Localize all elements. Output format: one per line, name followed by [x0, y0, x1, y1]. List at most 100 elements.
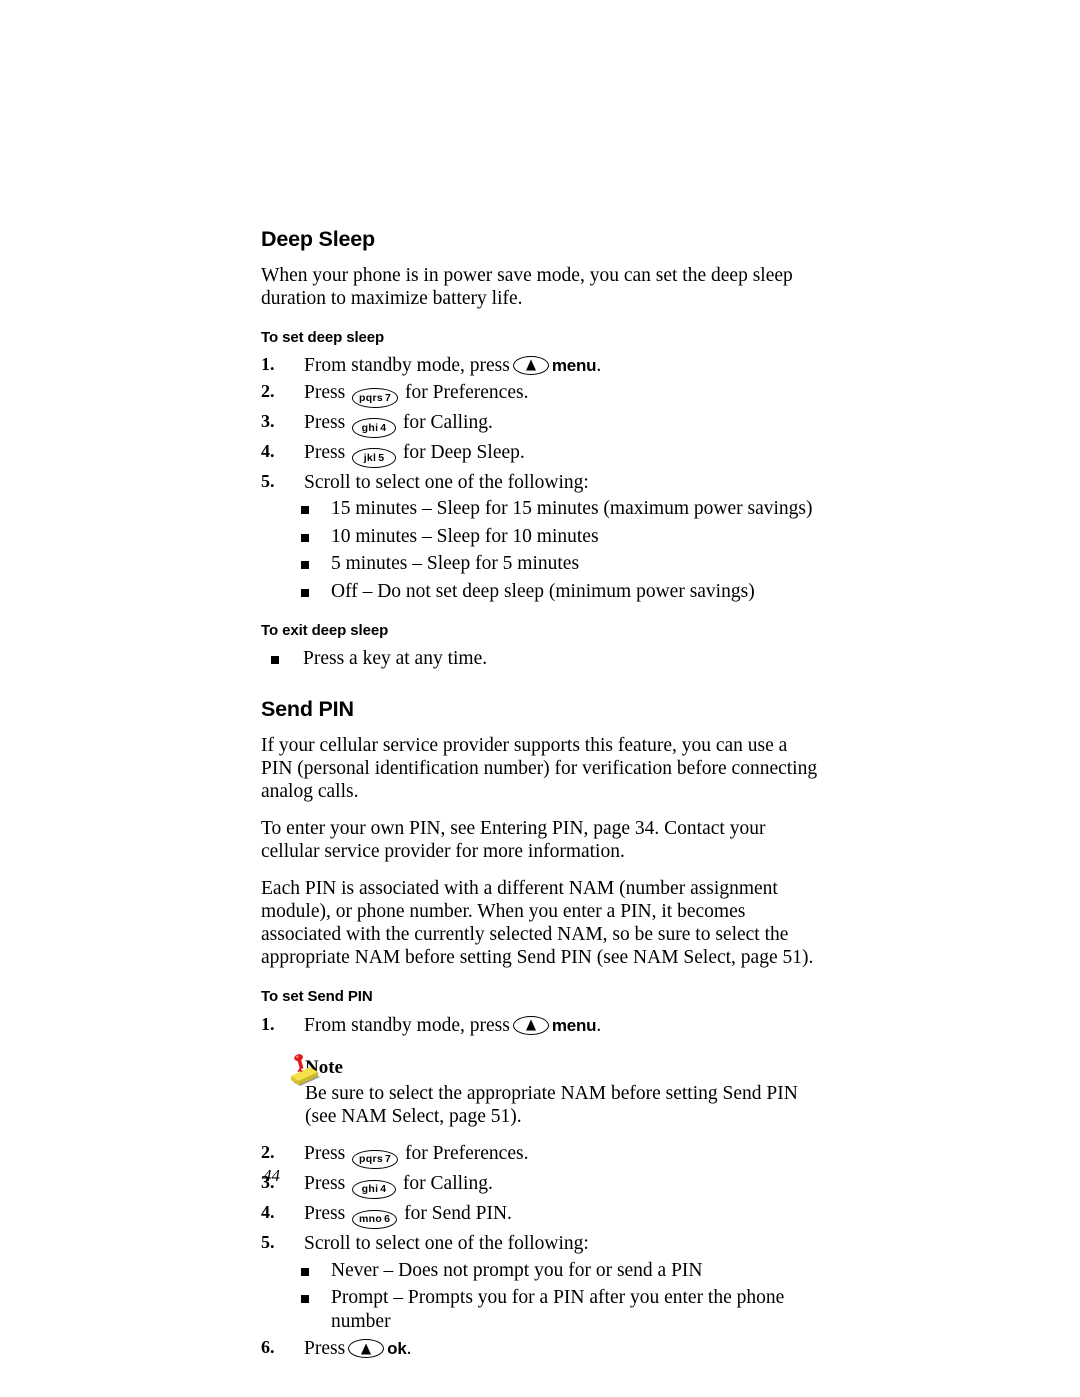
sticky-note-pushpin-icon	[287, 1054, 321, 1088]
key-letters: pqrs	[359, 391, 384, 404]
step-text-after: .	[596, 1014, 602, 1036]
step-item: 4. Press jkl 5 for Deep Sleep.	[261, 441, 821, 468]
key-letters: jkl	[363, 451, 377, 464]
step-text-before: From standby mode, press	[304, 354, 510, 376]
key-digit: 4	[380, 421, 387, 434]
step-text: Press ok.	[304, 1338, 412, 1359]
keypad-key-5-icon[interactable]: jkl 5	[352, 448, 397, 468]
step-text-before: Press	[304, 411, 346, 433]
step-text: Scroll to select one of the following:	[304, 471, 589, 493]
square-bullet-icon	[301, 561, 309, 570]
step-item: 1. From standby mode, press menu.	[261, 1014, 821, 1038]
step-text-before: Press	[304, 1143, 346, 1165]
page-content: Deep Sleep When your phone is in power s…	[261, 227, 821, 1364]
send-pin-paragraph-1: If your cellular service provider suppor…	[261, 735, 818, 803]
step-text: Press jkl 5 for Deep Sleep.	[304, 441, 525, 468]
keypad-key-6-icon[interactable]: mno 6	[352, 1209, 398, 1230]
square-bullet-icon	[301, 1268, 309, 1276]
list-item: 10 minutes – Sleep for 10 minutes	[261, 525, 821, 548]
softkey-label: menu	[551, 355, 597, 375]
key-letters: mno	[359, 1213, 383, 1226]
subheading-to-exit-deep-sleep: To exit deep sleep	[261, 622, 389, 640]
step-item: 3. Press ghi 4 for Calling.	[261, 1172, 821, 1200]
deep-sleep-options-list: 15 minutes – Sleep for 15 minutes (maxim…	[261, 497, 821, 603]
key-digit: 5	[378, 451, 385, 464]
step-text: Press pqrs 7 for Preferences.	[304, 381, 528, 408]
step-item: 3. Press ghi 4 for Calling.	[261, 411, 821, 438]
step-item: 5. Scroll to select one of the following…	[261, 471, 821, 495]
square-bullet-icon	[301, 533, 309, 542]
square-bullet-icon	[301, 1295, 309, 1304]
softkey-label: menu	[551, 1015, 597, 1035]
deep-sleep-exit-list: Press a key at any time.	[261, 647, 821, 670]
step-text-before: Press	[304, 381, 346, 403]
step-text-before: From standby mode, press	[304, 1014, 510, 1036]
page-title-send-pin: Send PIN	[261, 696, 354, 721]
step-text: From standby mode, press menu.	[304, 355, 601, 376]
send-pin-paragraph-2: To enter your own PIN, see Entering PIN,…	[261, 818, 766, 863]
triangle-up-icon	[525, 1019, 536, 1031]
key-digit: 6	[384, 1213, 391, 1226]
option-label: 10 minutes – Sleep for 10 minutes	[331, 525, 599, 547]
send-pin-options-list: Never – Does not prompt you for or send …	[261, 1259, 821, 1333]
send-pin-steps-rest: 2. Press pqrs 7 for Preferences. 3. Press…	[261, 1142, 821, 1256]
manual-page: Deep Sleep When your phone is in power s…	[0, 0, 1080, 1397]
keypad-key-7-icon[interactable]: pqrs 7	[352, 388, 399, 408]
step-text-after: for Preferences.	[405, 1143, 529, 1165]
step-item: 2. Press pqrs 7 for Preferences.	[261, 1142, 821, 1170]
triangle-up-icon	[361, 1343, 372, 1355]
step-number: 4.	[261, 1202, 275, 1223]
step-number: 3.	[261, 410, 275, 431]
step-text-after: for Send PIN.	[404, 1203, 512, 1225]
step-text: Scroll to select one of the following:	[304, 1233, 589, 1255]
page-title-deep-sleep: Deep Sleep	[261, 227, 375, 251]
send-pin-steps-first: 1. From standby mode, press menu.	[261, 1014, 821, 1038]
option-label: Off – Do not set deep sleep (minimum pow…	[331, 580, 755, 602]
step-text-after: for Calling.	[402, 1173, 493, 1195]
page-number: 44	[263, 1166, 280, 1185]
list-item: Off – Do not set deep sleep (minimum pow…	[261, 580, 821, 603]
deep-sleep-steps-list: 1. From standby mode, press menu. 2. Pres…	[261, 354, 821, 495]
nav-up-key-icon[interactable]	[348, 1339, 385, 1359]
step-text: From standby mode, press menu.	[304, 1015, 601, 1036]
keypad-key-7-icon[interactable]: pqrs 7	[352, 1149, 399, 1170]
option-label: Prompt – Prompts you for a PIN after you…	[331, 1287, 785, 1332]
step-number: 2.	[261, 380, 275, 401]
option-label: Never – Does not prompt you for or send …	[331, 1260, 703, 1281]
step-text-before: Press	[304, 1173, 346, 1195]
step-text-before: Press	[304, 1338, 346, 1360]
step-text-after: .	[406, 1338, 412, 1360]
list-item: Prompt – Prompts you for a PIN after you…	[261, 1286, 821, 1333]
subheading-to-set-deep-sleep: To set deep sleep	[261, 328, 385, 346]
key-letters: ghi	[361, 1183, 379, 1196]
key-letters: ghi	[361, 421, 379, 434]
step-text: Press ghi 4 for Calling.	[304, 411, 493, 438]
softkey-label: ok	[387, 1339, 407, 1359]
step-text: Press pqrs 7 for Preferences.	[304, 1143, 529, 1170]
step-text-after: for Deep Sleep.	[402, 441, 525, 463]
option-label: 15 minutes – Sleep for 15 minutes (maxim…	[331, 498, 813, 520]
nav-up-key-icon[interactable]	[512, 1015, 549, 1035]
step-number: 1.	[261, 353, 275, 374]
step-number: 5.	[261, 470, 275, 491]
note-title: Note	[305, 1057, 343, 1079]
send-pin-paragraph-3: Each PIN is associated with a different …	[261, 878, 814, 969]
subheading-to-set-send-pin: To set Send PIN	[261, 988, 373, 1006]
square-bullet-icon	[301, 588, 309, 597]
step-text: Press mno 6 for Send PIN.	[304, 1203, 512, 1230]
step-item: 1. From standby mode, press menu.	[261, 354, 821, 378]
nav-up-key-icon[interactable]	[512, 355, 549, 375]
step-text-before: Press	[304, 1203, 346, 1225]
key-digit: 7	[385, 391, 392, 404]
keypad-key-4-icon[interactable]: ghi 4	[352, 418, 397, 438]
step-item: 6. Press ok.	[261, 1337, 821, 1361]
step-text-before: Press	[304, 441, 346, 463]
note-body: Be sure to select the appropriate NAM be…	[305, 1083, 798, 1128]
step-number: 4.	[261, 440, 275, 461]
list-item: Press a key at any time.	[261, 647, 821, 670]
step-number: 5.	[261, 1232, 275, 1253]
keypad-key-4-icon[interactable]: ghi 4	[352, 1179, 397, 1200]
option-label: 5 minutes – Sleep for 5 minutes	[331, 553, 580, 575]
square-bullet-icon	[271, 656, 279, 665]
step-item: 4. Press mno 6 for Send PIN.	[261, 1202, 821, 1230]
